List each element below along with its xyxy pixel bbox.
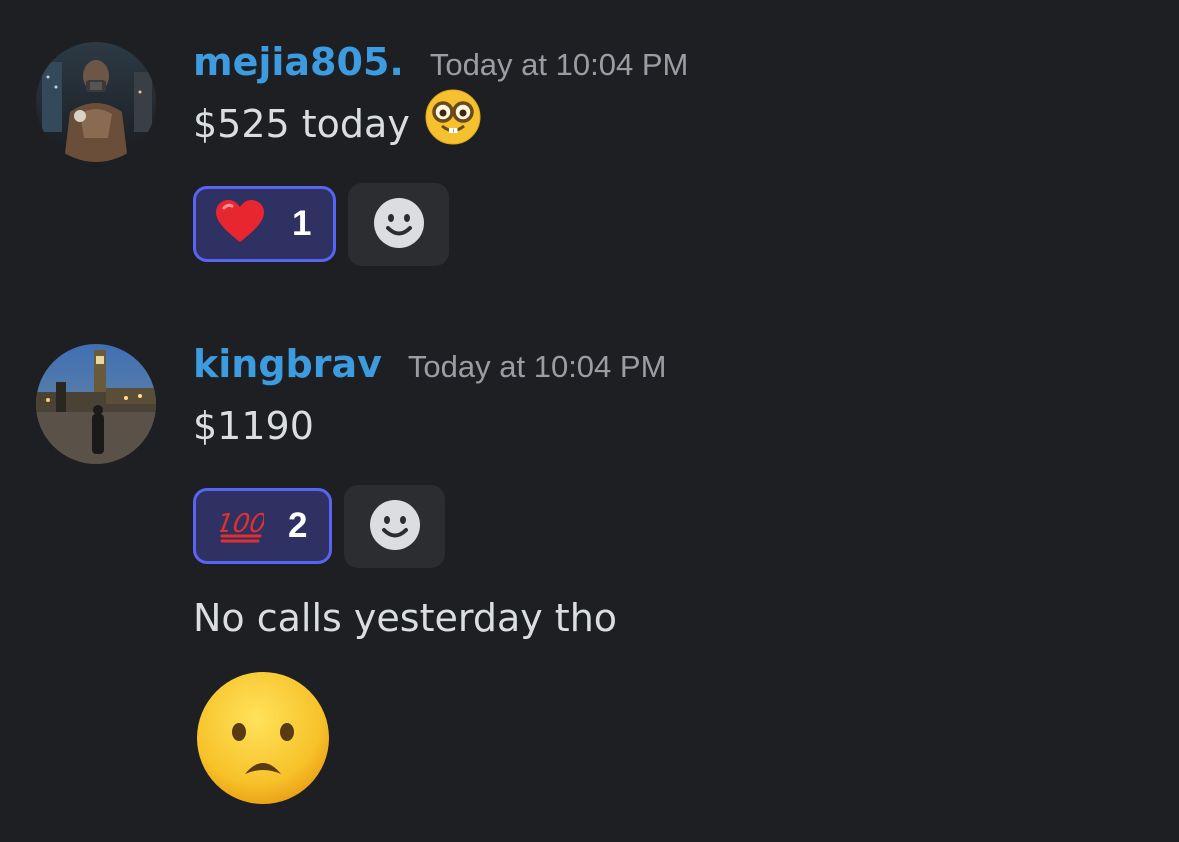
message-content: kingbrav Today at 10:04 PM $1190 100 2 N… — [193, 342, 1159, 646]
message-text-content: $1190 — [193, 404, 314, 448]
add-reaction-button[interactable] — [344, 485, 446, 568]
timestamp: Today at 10:04 PM — [429, 47, 689, 82]
avatar[interactable] — [36, 42, 156, 162]
message-text: $1190 — [193, 398, 1159, 454]
reaction-hundred[interactable]: 100 2 — [193, 488, 333, 564]
smiley-icon — [373, 197, 425, 253]
message-text: $525 today — [193, 89, 1159, 152]
smiley-icon — [369, 499, 421, 555]
add-reaction-button[interactable] — [348, 183, 450, 266]
avatar[interactable] — [36, 344, 156, 464]
red-heart-emoji — [216, 200, 264, 248]
hundred-points-emoji: 100 — [214, 504, 269, 548]
username[interactable]: kingbrav — [193, 342, 382, 386]
svg-text:100: 100 — [220, 509, 264, 539]
message-header: mejia805. Today at 10:04 PM — [193, 40, 1159, 96]
message-text: No calls yesterday tho — [193, 590, 1159, 646]
reactions-bar: 1 — [193, 183, 1159, 266]
username[interactable]: mejia805. — [193, 40, 404, 84]
message-text-content: $525 today — [193, 102, 410, 146]
reactions-bar: 100 2 — [193, 485, 1159, 568]
reaction-heart[interactable]: 1 — [193, 186, 337, 262]
reaction-count: 1 — [292, 204, 312, 243]
timestamp: Today at 10:04 PM — [407, 349, 667, 384]
reaction-count: 2 — [288, 506, 308, 545]
frowning-face-emoji — [195, 670, 331, 810]
message-text-content: No calls yesterday tho — [193, 596, 618, 640]
message-content: mejia805. Today at 10:04 PM $525 today 1 — [193, 40, 1159, 266]
message-header: kingbrav Today at 10:04 PM — [193, 342, 1159, 398]
nerd-face-emoji — [424, 88, 482, 161]
